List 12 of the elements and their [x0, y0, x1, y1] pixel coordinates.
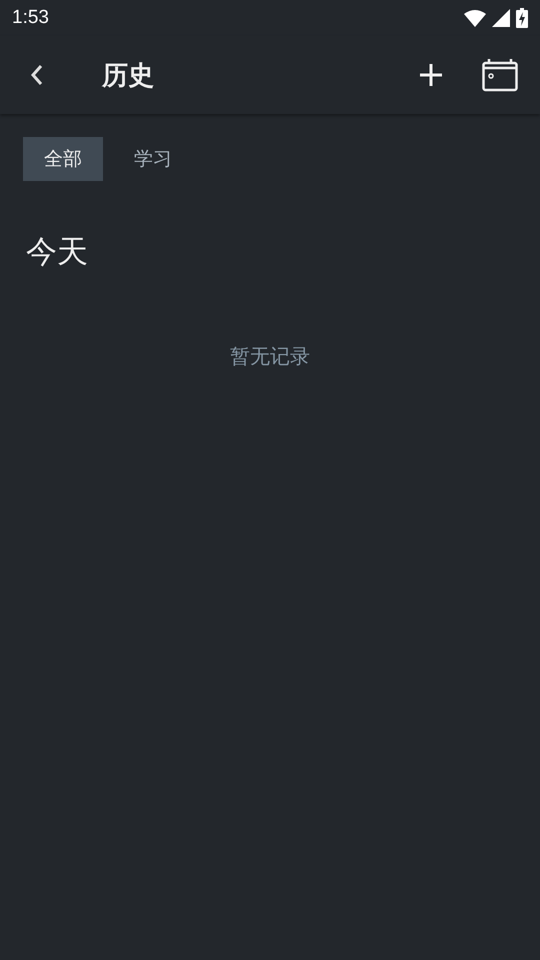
- empty-message: 暂无记录: [229, 343, 311, 370]
- wifi-icon: [464, 9, 486, 27]
- signal-icon: [492, 9, 510, 27]
- filter-tab[interactable]: 学习: [113, 137, 193, 181]
- battery-charging-icon: [516, 8, 528, 28]
- back-icon[interactable]: [30, 64, 44, 86]
- filter-tab[interactable]: 全部: [23, 137, 103, 181]
- calendar-icon[interactable]: [482, 58, 518, 92]
- status-time: 1:53: [12, 7, 49, 29]
- add-icon[interactable]: [420, 64, 442, 86]
- page-title: 历史: [102, 60, 155, 92]
- section-heading: 今天: [25, 233, 89, 272]
